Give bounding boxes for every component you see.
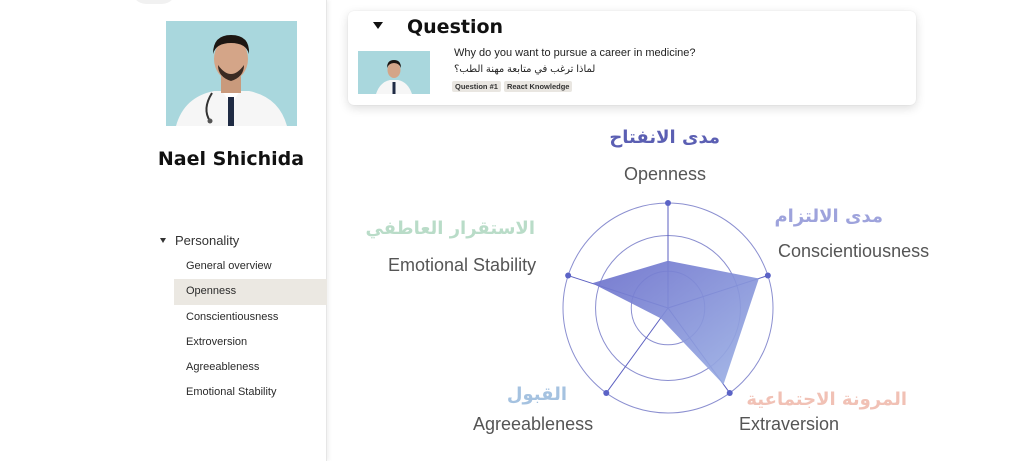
- question-thumbnail: [358, 51, 430, 94]
- tag-knowledge: React Knowledge: [503, 81, 573, 92]
- sidebar-item-openness[interactable]: Openness: [174, 279, 327, 305]
- axis-label-emotional-stability: Emotional Stability: [388, 255, 537, 275]
- question-title: Question: [407, 16, 504, 38]
- sidebar: Nael Shichida Personality General overvi…: [0, 0, 327, 461]
- thumbnail-image: [358, 51, 430, 94]
- axis-label-conscientiousness: Conscientiousness: [778, 241, 930, 261]
- sidebar-item-extroversion[interactable]: Extroversion: [0, 330, 327, 355]
- avatar: [166, 21, 297, 126]
- avatar-image: [166, 21, 297, 126]
- personality-radar-chart: مدى الانفتاح Openness مدى الالتزام Consc…: [340, 112, 1024, 461]
- axis-label-extraversion-ar: المرونة الاجتماعية: [746, 389, 907, 410]
- caret-down-icon: [160, 237, 166, 243]
- axis-label-openness-ar: مدى الانفتاح: [609, 127, 720, 148]
- question-text-ar: لماذا ترغب في متابعة مهنة الطب؟: [454, 64, 596, 75]
- axis-label-agreeableness-ar: القبول: [506, 384, 567, 405]
- radar-dot-extraversion: [726, 389, 733, 396]
- nav-section-label: Personality: [175, 232, 240, 248]
- collapse-toggle-icon[interactable]: [373, 22, 383, 29]
- sidebar-top-tab: [132, 0, 176, 4]
- question-card: Question Why do you want to pursue a car…: [348, 11, 916, 105]
- radar-value-polygon: [592, 260, 759, 385]
- sidebar-item-conscientiousness[interactable]: Conscientiousness: [0, 305, 327, 330]
- axis-label-conscientiousness-ar: مدى الالتزام: [774, 206, 883, 227]
- user-name: Nael Shichida: [157, 148, 305, 170]
- radar-dot-conscientiousness: [764, 272, 771, 279]
- axis-label-emotional-stability-ar: الاستقرار العاطفي: [365, 218, 535, 239]
- radar-dot-agreeableness: [603, 389, 610, 396]
- question-tags: Question #1 React Knowledge: [452, 81, 573, 92]
- nav-section-personality[interactable]: Personality: [0, 226, 327, 254]
- axis-label-openness: Openness: [624, 164, 707, 184]
- sidebar-item-emotional-stability[interactable]: Emotional Stability: [0, 380, 327, 405]
- app-window: Nael Shichida Personality General overvi…: [0, 0, 1024, 461]
- sidebar-item-agreeableness[interactable]: Agreeableness: [0, 355, 327, 380]
- radar-dot-emotional-stability: [565, 272, 572, 279]
- tag-question-number: Question #1: [452, 81, 501, 92]
- axis-label-agreeableness: Agreeableness: [473, 414, 594, 434]
- axis-label-extraversion: Extraversion: [739, 414, 840, 434]
- personality-nav: Personality General overview Openness Co…: [0, 226, 327, 406]
- question-text-en: Why do you want to pursue a career in me…: [454, 47, 696, 59]
- radar-dot-openness: [665, 200, 671, 206]
- sidebar-item-general-overview[interactable]: General overview: [0, 254, 327, 279]
